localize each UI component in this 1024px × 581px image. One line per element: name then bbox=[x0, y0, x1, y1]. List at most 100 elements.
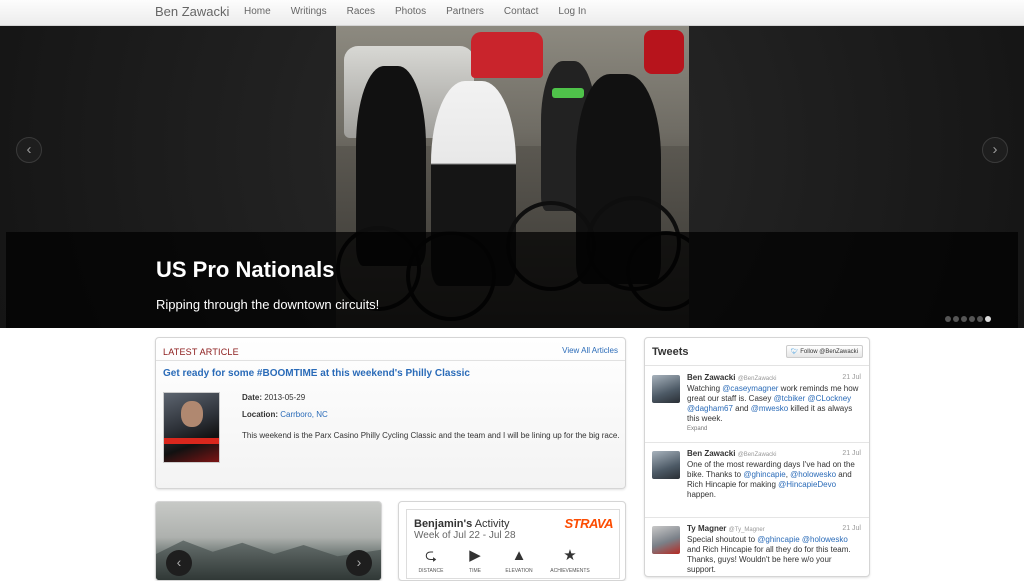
twitter-bird-icon: 🐦︎ bbox=[790, 349, 799, 355]
nav-home[interactable]: Home bbox=[244, 6, 271, 17]
tweets-widget: Tweets 🐦︎ Follow @BenZawacki Ben Zawacki… bbox=[644, 337, 870, 577]
tweet-author[interactable]: Ben Zawacki @BenZawacki bbox=[687, 449, 776, 458]
tweet-expand-link[interactable]: Expand bbox=[687, 426, 707, 432]
article-date: Date: 2013-05-29 bbox=[242, 393, 305, 402]
strava-widget[interactable]: Benjamin's Activity Week of Jul 22 - Jul… bbox=[406, 509, 620, 579]
carousel-dot-3[interactable] bbox=[961, 316, 967, 322]
article-thumbnail[interactable] bbox=[163, 392, 220, 463]
carousel-dot-1[interactable] bbox=[945, 316, 951, 322]
carousel-dot-6[interactable] bbox=[985, 316, 991, 322]
time-icon: ▶︎ bbox=[469, 547, 481, 564]
strava-stats: ⮎ DISTANCE ▶︎ TIME ▲ ELEVATION ★ ACHIEVE… bbox=[407, 546, 621, 574]
tweet-mention-link[interactable]: @ghincapie bbox=[757, 535, 799, 544]
tweet-text-fragment: and Rich Hincapie for all they do for th… bbox=[687, 545, 851, 574]
tweet-text: One of the most rewarding days I've had … bbox=[687, 460, 859, 500]
hero-subtitle: Ripping through the downtown circuits! bbox=[156, 297, 380, 312]
photo-prev-button[interactable]: ‹ bbox=[166, 550, 192, 576]
nav-races[interactable]: Races bbox=[347, 6, 375, 17]
article-excerpt: This weekend is the Parx Casino Philly C… bbox=[242, 431, 620, 440]
strava-athlete-name: Benjamin's bbox=[414, 518, 473, 530]
hero-prev-button[interactable]: ‹ bbox=[16, 137, 42, 163]
nav-partners[interactable]: Partners bbox=[446, 6, 484, 17]
latest-article-header: LATEST ARTICLE View All Articles bbox=[156, 338, 625, 361]
carousel-dot-4[interactable] bbox=[969, 316, 975, 322]
distance-label: DISTANCE bbox=[418, 568, 444, 574]
carousel-dot-5[interactable] bbox=[977, 316, 983, 322]
tweet-date[interactable]: 21 Jul bbox=[842, 374, 861, 381]
thumbnail-face bbox=[181, 401, 203, 427]
main-nav: Home Writings Races Photos Partners Cont… bbox=[244, 6, 606, 17]
article-location-link[interactable]: Carrboro, NC bbox=[280, 410, 328, 419]
tweet-text-fragment: Special shoutout to bbox=[687, 535, 758, 544]
site-brand[interactable]: Ben Zawacki bbox=[155, 4, 229, 19]
view-all-articles-link[interactable]: View All Articles bbox=[562, 346, 618, 355]
achievements-icon: ★ bbox=[563, 547, 577, 564]
achievements-label: ACHIEVEMENTS bbox=[550, 568, 590, 574]
strava-stat-achievements: ★ ACHIEVEMENTS bbox=[543, 546, 597, 574]
tweet-mention-link[interactable]: @holowesko bbox=[790, 470, 836, 479]
article-date-value: 2013-05-29 bbox=[264, 393, 306, 402]
tweet-author[interactable]: Ty Magner @Ty_Magner bbox=[687, 524, 765, 533]
strava-logo[interactable]: STRAVA bbox=[564, 516, 613, 531]
avatar[interactable] bbox=[652, 451, 680, 479]
nav-contact[interactable]: Contact bbox=[504, 6, 538, 17]
strava-week-range: Week of Jul 22 - Jul 28 bbox=[414, 530, 516, 541]
avatar[interactable] bbox=[652, 526, 680, 554]
follow-button[interactable]: 🐦︎ Follow @BenZawacki bbox=[785, 345, 863, 358]
tweet-text: Watching @caseymagner work reminds me ho… bbox=[687, 384, 859, 424]
photo-motorbike bbox=[644, 30, 684, 74]
strava-athlete: Benjamin's Activity bbox=[414, 518, 510, 530]
hero-next-button[interactable]: › bbox=[982, 137, 1008, 163]
article-title-link[interactable]: Get ready for some #BOOMTIME at this wee… bbox=[163, 368, 470, 379]
tweet-mention-link[interactable]: @dagham67 bbox=[687, 404, 733, 413]
strava-stat-distance: ⮎ DISTANCE bbox=[411, 546, 451, 574]
tweet-text-fragment: Watching bbox=[687, 384, 723, 393]
photo-next-button[interactable]: › bbox=[346, 550, 372, 576]
latest-article-label: LATEST ARTICLE bbox=[163, 347, 239, 357]
tweets-header: Tweets 🐦︎ Follow @BenZawacki bbox=[645, 338, 869, 366]
hero-carousel: US Pro Nationals Ripping through the dow… bbox=[0, 26, 1024, 328]
top-navbar: Ben Zawacki Home Writings Races Photos P… bbox=[0, 0, 1024, 26]
follow-label: Follow @BenZawacki bbox=[800, 349, 858, 355]
carousel-dot-2[interactable] bbox=[953, 316, 959, 322]
strava-stat-elevation: ▲ ELEVATION bbox=[499, 546, 539, 574]
nav-login[interactable]: Log In bbox=[558, 6, 586, 17]
photo-tv2-sign bbox=[552, 88, 584, 98]
tweet-author-handle: @Ty_Magner bbox=[728, 527, 765, 533]
thumbnail-jersey-band bbox=[164, 438, 219, 444]
tweet-author-handle: @BenZawacki bbox=[737, 452, 777, 458]
tweet-author[interactable]: Ben Zawacki @BenZawacki bbox=[687, 373, 776, 382]
tweet-text: Special shoutout to @ghincapie @holowesk… bbox=[687, 535, 859, 575]
elevation-icon: ▲ bbox=[511, 547, 527, 564]
tweet-mention-link[interactable]: @tcbiker bbox=[774, 394, 806, 403]
hero-title: US Pro Nationals bbox=[156, 257, 335, 282]
avatar[interactable] bbox=[652, 375, 680, 403]
tweet-mention-link[interactable]: @holowesko bbox=[802, 535, 848, 544]
hero-caption: US Pro Nationals Ripping through the dow… bbox=[6, 232, 1018, 328]
tweet-text-fragment: happen. bbox=[687, 490, 716, 499]
latest-article-card: LATEST ARTICLE View All Articles Get rea… bbox=[155, 337, 626, 489]
tweet-item[interactable]: Ben Zawacki @BenZawacki 21 Jul One of th… bbox=[645, 442, 869, 516]
article-date-label: Date: bbox=[242, 393, 263, 402]
tweet-mention-link[interactable]: @caseymagner bbox=[722, 384, 778, 393]
tweet-mention-link[interactable]: @HincapieDevo bbox=[778, 480, 836, 489]
nav-writings[interactable]: Writings bbox=[291, 6, 327, 17]
tweet-author-name: Ben Zawacki bbox=[687, 449, 736, 458]
tweet-mention-link[interactable]: @ghincapie bbox=[743, 470, 785, 479]
tweet-item[interactable]: Ben Zawacki @BenZawacki 21 Jul Watching … bbox=[645, 367, 869, 440]
tweet-mention-link[interactable]: @CLockney bbox=[807, 394, 851, 403]
tweet-author-name: Ben Zawacki bbox=[687, 373, 736, 382]
tweet-author-name: Ty Magner bbox=[687, 524, 727, 533]
time-label: TIME bbox=[469, 568, 481, 574]
tweet-date[interactable]: 21 Jul bbox=[842, 525, 861, 532]
tweet-item[interactable]: Ty Magner @Ty_Magner 21 Jul Special shou… bbox=[645, 517, 869, 576]
carousel-indicators bbox=[945, 316, 993, 322]
nav-photos[interactable]: Photos bbox=[395, 6, 426, 17]
elevation-label: ELEVATION bbox=[505, 568, 533, 574]
photo-carousel-card: ‹ › bbox=[155, 501, 382, 581]
tweet-mention-link[interactable]: @mwesko bbox=[751, 404, 788, 413]
tweet-text-fragment: and bbox=[732, 404, 751, 413]
strava-title-suffix: Activity bbox=[474, 518, 510, 530]
strava-stat-time: ▶︎ TIME bbox=[455, 546, 495, 574]
tweet-date[interactable]: 21 Jul bbox=[842, 450, 861, 457]
